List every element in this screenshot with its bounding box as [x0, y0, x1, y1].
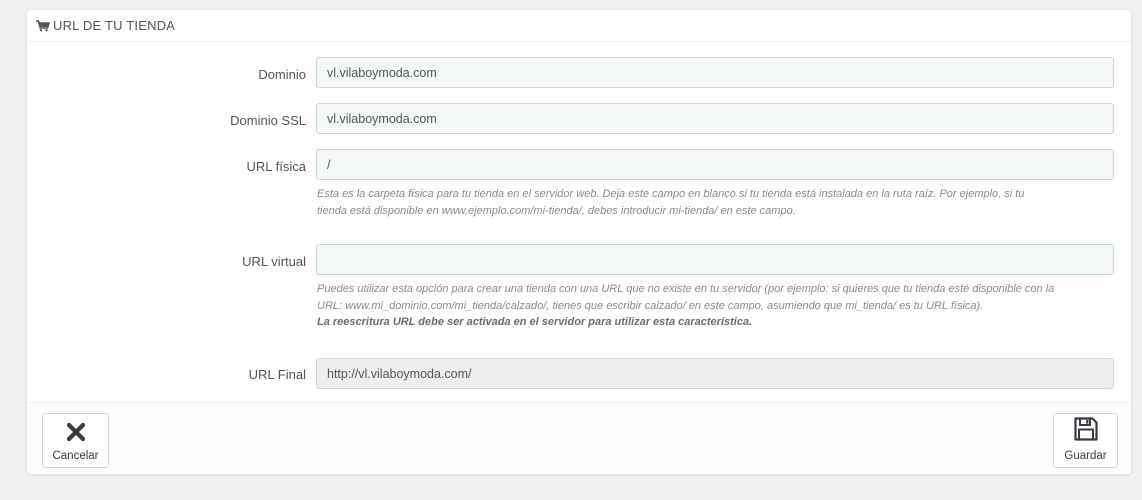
final-url-label: URL Final — [248, 367, 306, 382]
domain-input[interactable]: vl.vilaboymoda.com — [316, 57, 1114, 88]
physical-url-help: Esta es la carpeta física para tu tienda… — [317, 186, 1117, 219]
domain-ssl-input[interactable]: vl.vilaboymoda.com — [316, 103, 1114, 134]
panel-title: URL DE TU TIENDA — [53, 18, 176, 33]
shop-url-panel: URL DE TU TIENDA Dominio vl.vilaboymoda.… — [26, 9, 1132, 475]
floppy-disk-icon — [1073, 416, 1099, 445]
final-url-input: http://vl.vilaboymoda.com/ — [316, 358, 1114, 389]
panel-heading: URL DE TU TIENDA — [27, 10, 1131, 42]
virtual-url-input[interactable] — [316, 244, 1114, 275]
virtual-url-help: Puedes utilizar esta opción para crear u… — [317, 281, 1117, 331]
cart-icon — [36, 19, 50, 32]
physical-url-label: URL física — [246, 159, 306, 174]
virtual-url-help-line-1: Puedes utilizar esta opción para crear u… — [317, 283, 1055, 295]
save-button[interactable]: Guardar — [1053, 413, 1118, 468]
domain-ssl-label: Dominio SSL — [230, 113, 306, 128]
domain-label: Dominio — [258, 67, 306, 82]
virtual-url-help-line-2: URL: www.mi_dominio.com/mi_tienda/calzad… — [317, 299, 984, 312]
physical-url-input[interactable]: / — [316, 149, 1114, 180]
save-label: Guardar — [1064, 450, 1107, 462]
virtual-url-label: URL virtual — [242, 254, 306, 269]
virtual-url-help-warning: La reescritura URL debe ser activada en … — [317, 316, 753, 328]
cancel-label: Cancelar — [52, 450, 99, 462]
physical-url-help-line-2: tienda está disponible en www.ejemplo.co… — [317, 204, 796, 217]
cancel-button[interactable]: Cancelar — [42, 413, 109, 468]
close-icon — [66, 422, 86, 445]
physical-url-help-line-1: Esta es la carpeta física para tu tienda… — [317, 188, 1025, 200]
panel-footer: Cancelar Guardar — [27, 402, 1131, 474]
